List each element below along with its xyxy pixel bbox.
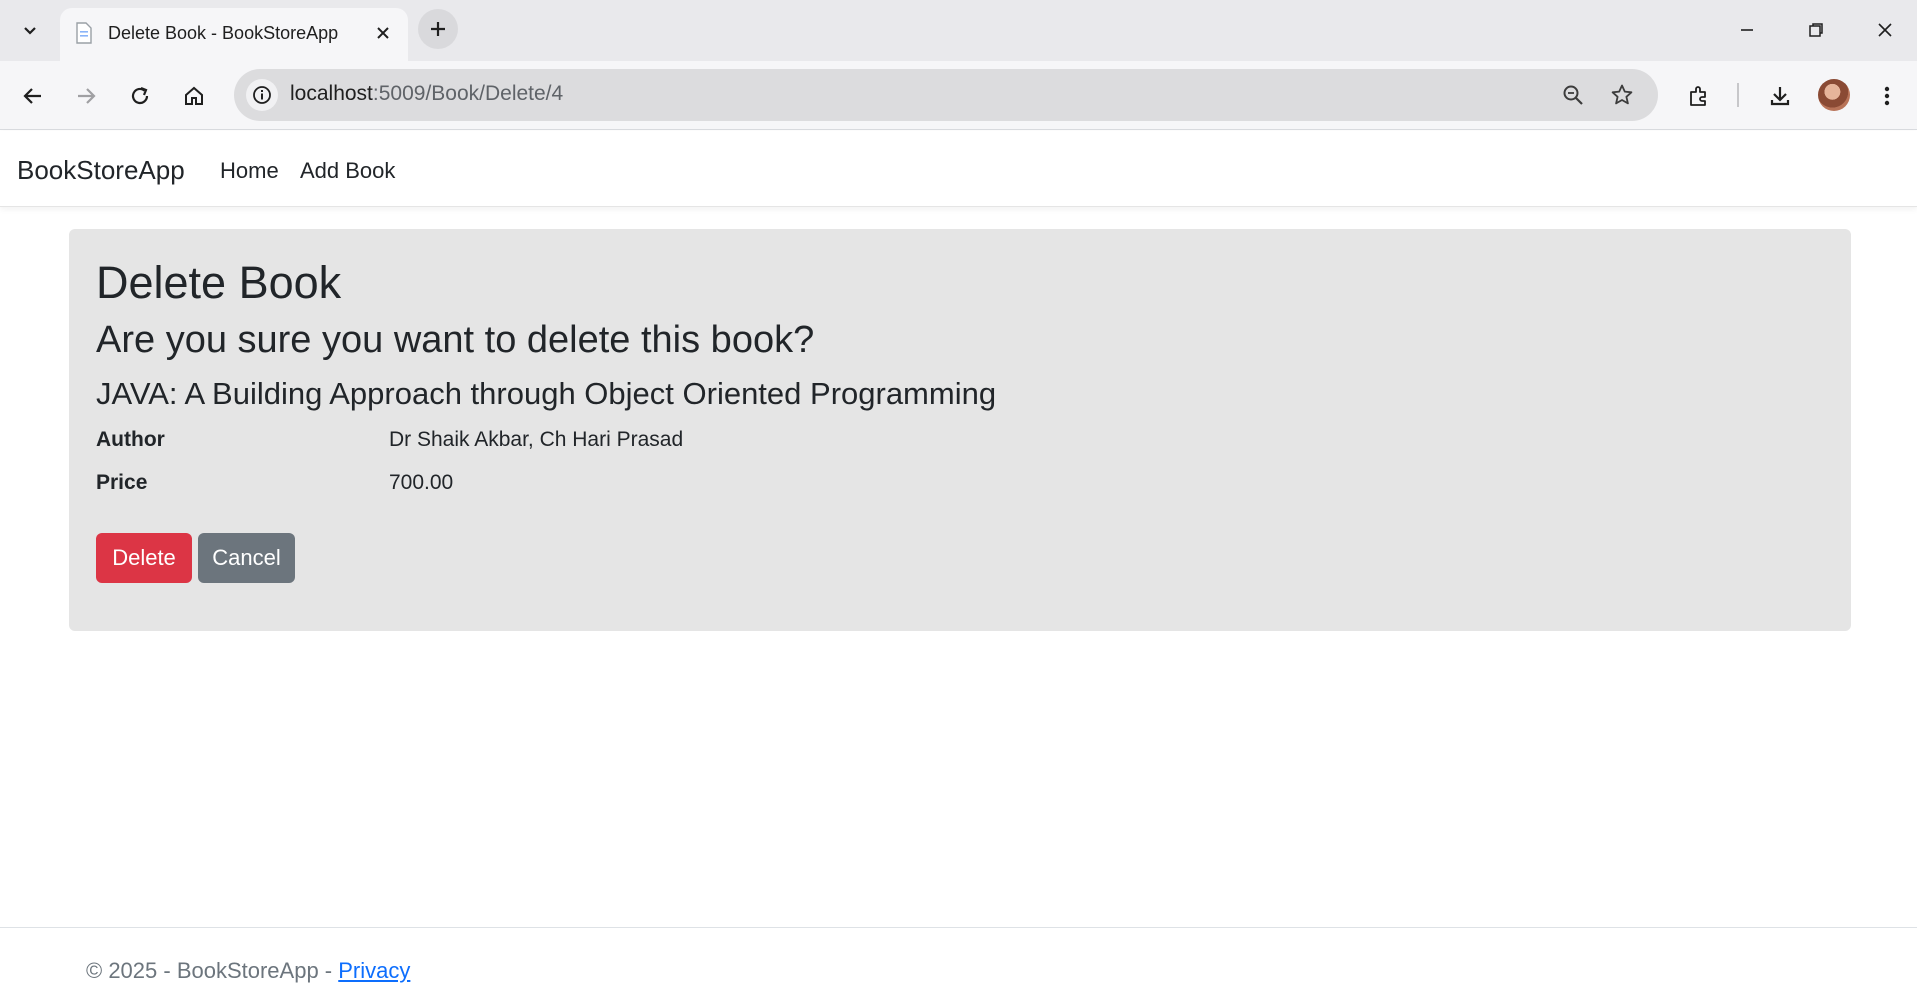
tab-title: Delete Book - BookStoreApp xyxy=(108,23,339,43)
nav-link-add-book[interactable]: Add Book xyxy=(300,158,395,184)
extensions-icon[interactable] xyxy=(1680,77,1718,115)
active-tab[interactable]: Delete Book - BookStoreApp xyxy=(60,8,408,61)
star-icon[interactable] xyxy=(1606,79,1638,111)
price-value: 700.00 xyxy=(389,471,454,494)
forward-icon[interactable] xyxy=(67,77,105,115)
restore-icon[interactable] xyxy=(1794,10,1838,50)
window-close-icon[interactable] xyxy=(1863,10,1907,50)
copyright-text: © 2025 - BookStoreApp - xyxy=(86,958,339,983)
back-icon[interactable] xyxy=(14,77,52,115)
minimize-icon[interactable] xyxy=(1725,10,1769,50)
tab-search-icon[interactable] xyxy=(14,14,46,46)
footer-text: © 2025 - BookStoreApp - Privacy xyxy=(86,958,410,984)
menu-icon[interactable] xyxy=(1868,77,1906,115)
page-title: Delete Book xyxy=(96,257,342,308)
plus-icon[interactable] xyxy=(418,9,458,49)
delete-button[interactable]: Delete xyxy=(96,533,192,583)
url-host: localhost xyxy=(290,82,373,105)
tab-strip: Delete Book - BookStoreApp xyxy=(0,0,1917,61)
profile-avatar[interactable] xyxy=(1818,79,1850,111)
price-label: Price xyxy=(96,471,148,494)
home-icon[interactable] xyxy=(175,77,213,115)
navbar-brand[interactable]: BookStoreApp xyxy=(17,155,185,186)
author-label: Author xyxy=(96,428,165,451)
cancel-button[interactable]: Cancel xyxy=(198,533,295,583)
browser-toolbar: localhost:5009/Book/Delete/4 xyxy=(0,61,1917,130)
book-title: JAVA: A Building Approach through Object… xyxy=(96,376,997,411)
privacy-link[interactable]: Privacy xyxy=(338,958,410,983)
nav-link-home[interactable]: Home xyxy=(220,158,279,184)
zoom-icon[interactable] xyxy=(1557,79,1589,111)
site-info-icon[interactable] xyxy=(246,79,278,111)
author-value: Dr Shaik Akbar, Ch Hari Prasad xyxy=(389,428,684,451)
reload-icon[interactable] xyxy=(121,77,159,115)
download-icon[interactable] xyxy=(1761,77,1799,115)
toolbar-divider xyxy=(1737,83,1739,107)
address-bar[interactable]: localhost:5009/Book/Delete/4 xyxy=(234,69,1658,121)
delete-card: Delete Book Are you sure you want to del… xyxy=(69,229,1851,631)
url-path: :5009/Book/Delete/4 xyxy=(372,82,564,105)
close-icon[interactable] xyxy=(370,20,396,46)
site-footer: © 2025 - BookStoreApp - Privacy xyxy=(0,927,1917,1007)
url-text[interactable]: localhost:5009/Book/Delete/4 xyxy=(290,82,563,106)
page-favicon-icon xyxy=(74,22,94,44)
confirmation-question: Are you sure you want to delete this boo… xyxy=(96,319,815,361)
site-navbar: BookStoreApp Home Add Book xyxy=(0,131,1917,207)
